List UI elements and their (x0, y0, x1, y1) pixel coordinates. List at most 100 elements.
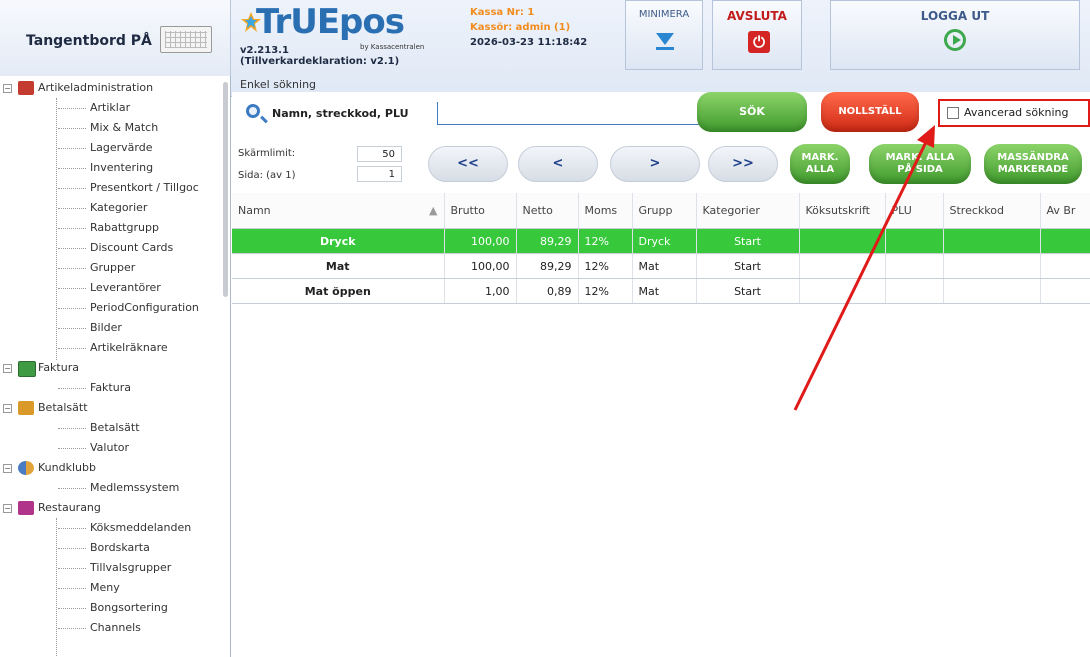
search-input[interactable] (437, 102, 701, 125)
tree-group-label: Betalsätt (38, 401, 88, 414)
tree-item-label: Presentkort / Tillgoc (90, 181, 199, 194)
cell-netto: 89,29 (516, 228, 579, 254)
screen-limit-input[interactable]: 50 (357, 146, 402, 162)
cart-icon (18, 81, 34, 95)
tree-item-label: Bordskarta (90, 541, 150, 554)
search-button[interactable]: SÖK (697, 92, 807, 132)
tree-item-label: Medlemssystem (90, 481, 180, 494)
minimize-button[interactable]: MINIMERA (625, 0, 703, 70)
col-header-namn[interactable]: Namn ▲ (232, 193, 445, 229)
tree-item-label: Lagervärde (90, 141, 153, 154)
advanced-search-checkbox[interactable] (947, 107, 959, 119)
cell-brutto: 100,00 (444, 253, 517, 279)
tree-item-label: Betalsätt (90, 421, 140, 434)
collapse-toggle-icon[interactable]: − (3, 404, 12, 413)
tree-item-label: Discount Cards (90, 241, 174, 254)
cell-streckkod (943, 278, 1041, 304)
cell-name: Dryck (232, 228, 445, 254)
cell-koksutskrift (799, 228, 886, 254)
restaurant-icon (18, 501, 34, 515)
datetime-label: 2026-03-23 11:18:42 (470, 37, 588, 48)
collapse-toggle-icon[interactable]: − (3, 504, 12, 513)
col-header-streckkod[interactable]: Streckkod (943, 193, 1041, 229)
declaration-label: (Tillverkardeklaration: v2.1) (240, 56, 400, 67)
advanced-search-label[interactable]: Avancerad sökning (964, 106, 1068, 119)
logout-arrow-icon (944, 29, 966, 51)
table-row[interactable]: Mat 100,00 89,29 12% Mat Start (232, 253, 1090, 279)
first-page-button[interactable]: << (428, 146, 508, 182)
version-label: v2.213.1 (240, 45, 289, 56)
page-label: Sida: (av 1) (238, 170, 296, 181)
tree-item-label: Channels (90, 621, 141, 634)
col-header-av-br[interactable]: Av Br (1040, 193, 1090, 229)
search-label: Namn, streckkod, PLU (272, 107, 409, 120)
power-icon: ⏻ (748, 31, 770, 53)
tree-scrollbar[interactable] (223, 82, 228, 297)
collapse-toggle-icon[interactable]: − (3, 364, 12, 373)
table-header-row: Namn ▲ Brutto Netto Moms Grupp Kategorier… (232, 193, 1090, 229)
paging-row: Skärmlimit: 50 Sida: (av 1) 1 << < > >> … (232, 138, 1090, 190)
cell-netto: 89,29 (516, 253, 579, 279)
col-header-brutto[interactable]: Brutto (444, 193, 517, 229)
logout-button[interactable]: LOGGA UT (830, 0, 1080, 70)
last-page-button[interactable]: >> (708, 146, 778, 182)
page-input[interactable]: 1 (357, 166, 402, 182)
mark-page-line1: MARK. ALLA (885, 152, 955, 163)
col-header-plu[interactable]: PLU (885, 193, 944, 229)
tree-item-label: PeriodConfiguration (90, 301, 199, 314)
logo-block: TrUEpos by Kassacentralen v2.213.1 (Till… (240, 5, 430, 75)
download-arrow-icon (656, 33, 674, 45)
tree-connector (56, 518, 57, 657)
mass-edit-button[interactable]: MASSÄNDRA MARKERADE (984, 144, 1082, 184)
cell-brutto: 100,00 (444, 228, 517, 254)
kassa-number: Kassa Nr: 1 (470, 7, 535, 18)
col-header-koksutskrift[interactable]: Köksutskrift (799, 193, 886, 229)
tree-group-label: Kundklubb (38, 461, 96, 474)
prev-page-button[interactable]: < (518, 146, 598, 182)
cell-moms: 12% (578, 253, 633, 279)
cell-name: Mat (232, 253, 445, 279)
truepos-logo: TrUEpos (256, 2, 405, 42)
tree-item-label: Tillvalsgrupper (90, 561, 172, 574)
cell-brutto: 1,00 (444, 278, 517, 304)
next-page-button[interactable]: > (610, 146, 700, 182)
cell-streckkod (943, 253, 1041, 279)
tree-connector (56, 98, 57, 360)
keyboard-toggle-panel[interactable]: Tangentbord PÅ (0, 0, 231, 76)
cell-grupp: Mat (632, 253, 697, 279)
tree-item-label: Köksmeddelanden (90, 521, 192, 534)
keyboard-icon[interactable] (160, 26, 212, 53)
articles-table: Namn ▲ Brutto Netto Moms Grupp Kategorier… (232, 193, 1090, 304)
col-header-netto[interactable]: Netto (516, 193, 579, 229)
cell-moms: 12% (578, 278, 633, 304)
cell-name: Mat öppen (232, 278, 445, 304)
col-header-moms[interactable]: Moms (578, 193, 633, 229)
tree-group-label: Artikeladministration (38, 81, 154, 94)
col-header-grupp[interactable]: Grupp (632, 193, 697, 229)
cell-grupp: Mat (632, 278, 697, 304)
mass-edit-line1: MASSÄNDRA (997, 152, 1069, 163)
exit-app-label: AVSLUTA (727, 9, 787, 23)
register-info: Kassa Nr: 1 Kassör: admin (1) 2026-03-23… (470, 5, 620, 75)
exit-app-button[interactable]: AVSLUTA ⏻ (712, 0, 802, 70)
col-header-kategorier[interactable]: Kategorier (696, 193, 800, 229)
collapse-toggle-icon[interactable]: − (3, 84, 12, 93)
simple-search-caption: Enkel sökning (240, 78, 317, 91)
cell-koksutskrift (799, 253, 886, 279)
tree-item-label: Leverantörer (90, 281, 161, 294)
reset-button[interactable]: NOLLSTÄLL (821, 92, 919, 132)
sort-asc-icon: ▲ (429, 204, 438, 217)
mark-all-on-page-button[interactable]: MARK. ALLA PÅ SIDA (869, 144, 971, 184)
tree-item-label: Rabattgrupp (90, 221, 159, 234)
table-row[interactable]: Mat öppen 1,00 0,89 12% Mat Start (232, 278, 1090, 304)
mark-all-button[interactable]: MARK. ALLA (790, 144, 850, 184)
cell-netto: 0,89 (516, 278, 579, 304)
collapse-toggle-icon[interactable]: − (3, 464, 12, 473)
table-row[interactable]: Dryck 100,00 89,29 12% Dryck Start (232, 228, 1090, 254)
cell-plu (885, 253, 944, 279)
keyboard-toggle-label[interactable]: Tangentbord PÅ (26, 33, 152, 49)
cell-kategorier: Start (696, 228, 800, 254)
cell-plu (885, 228, 944, 254)
screen-limit-label: Skärmlimit: (238, 148, 296, 159)
tree-item-label: Inventering (90, 161, 154, 174)
